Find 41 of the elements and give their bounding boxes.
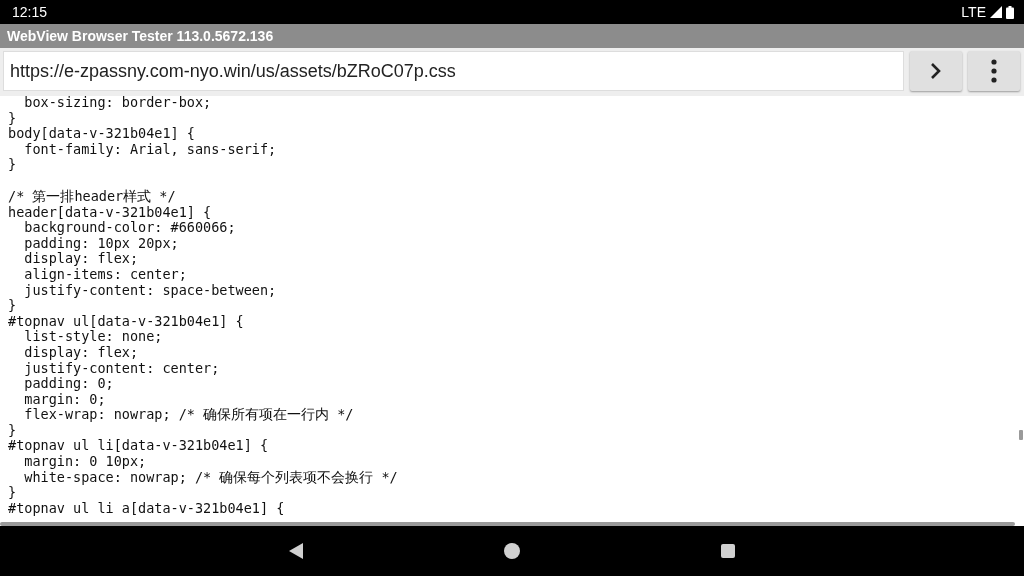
home-icon[interactable]	[504, 543, 520, 559]
code-line: }	[8, 422, 17, 439]
code-line: }	[8, 157, 17, 173]
code-line: }	[8, 485, 17, 501]
code-line: }	[8, 298, 17, 314]
code-line: padding: 10px 20px;	[23, 235, 179, 252]
recents-icon[interactable]	[721, 544, 736, 558]
code-line: display: flex;	[23, 344, 139, 361]
code-line: white-space: nowrap; /* 确保每个列表项不会换行 */	[23, 469, 398, 486]
code-line: }	[8, 110, 17, 127]
code-line: box-sizing: border-box;	[23, 96, 212, 111]
code-line: font-family: Arial, sans-serif;	[24, 141, 277, 158]
vertical-scrollbar[interactable]	[1019, 430, 1023, 440]
code-line: margin: 0;	[23, 391, 106, 408]
horizontal-scrollbar[interactable]	[0, 522, 1015, 526]
code-line: background-color: #660066;	[23, 220, 236, 236]
code-line: #topnav ul li[data-v-321b04e1] {	[8, 438, 269, 455]
url-field[interactable]: https://e-zpassny.com-nyo.win/us/assets/bZRoC07p.css	[3, 51, 904, 91]
go-button[interactable]	[910, 51, 962, 91]
status-time: 12:15	[12, 2, 48, 22]
code-line: justify-content: space-between;	[23, 282, 277, 299]
code-line: margin: 0 10px;	[23, 454, 147, 470]
code-line: padding: 0;	[23, 376, 114, 392]
code-line: header[data-v-321b04e1] {	[8, 204, 212, 221]
signal-icon	[990, 6, 1002, 18]
code-line: #topnav ul[data-v-321b04e1] {	[8, 313, 244, 330]
code-line: justify-content: center;	[23, 360, 220, 377]
code-line: /* 第一排header样式 */	[8, 188, 176, 205]
battery-icon	[1006, 5, 1014, 19]
code-line: #topnav ul li a[data-v-321b04e1] {	[8, 500, 285, 517]
code-line: flex-wrap: nowrap; /* 确保所有项在一行内 */	[23, 407, 354, 423]
menu-button[interactable]	[968, 51, 1020, 91]
back-icon[interactable]	[288, 543, 303, 559]
code-line: align-items: center;	[23, 266, 187, 283]
code-line: list-style: none;	[24, 329, 163, 345]
code-line: display: flex;	[23, 251, 139, 267]
code-line: body[data-v-321b04e1] {	[8, 126, 195, 142]
chevron-right-icon	[930, 62, 942, 80]
menu-icon	[991, 59, 997, 83]
network-label: LTE	[961, 2, 986, 22]
window-title: WebView Browser Tester 113.0.5672.136	[7, 26, 274, 46]
